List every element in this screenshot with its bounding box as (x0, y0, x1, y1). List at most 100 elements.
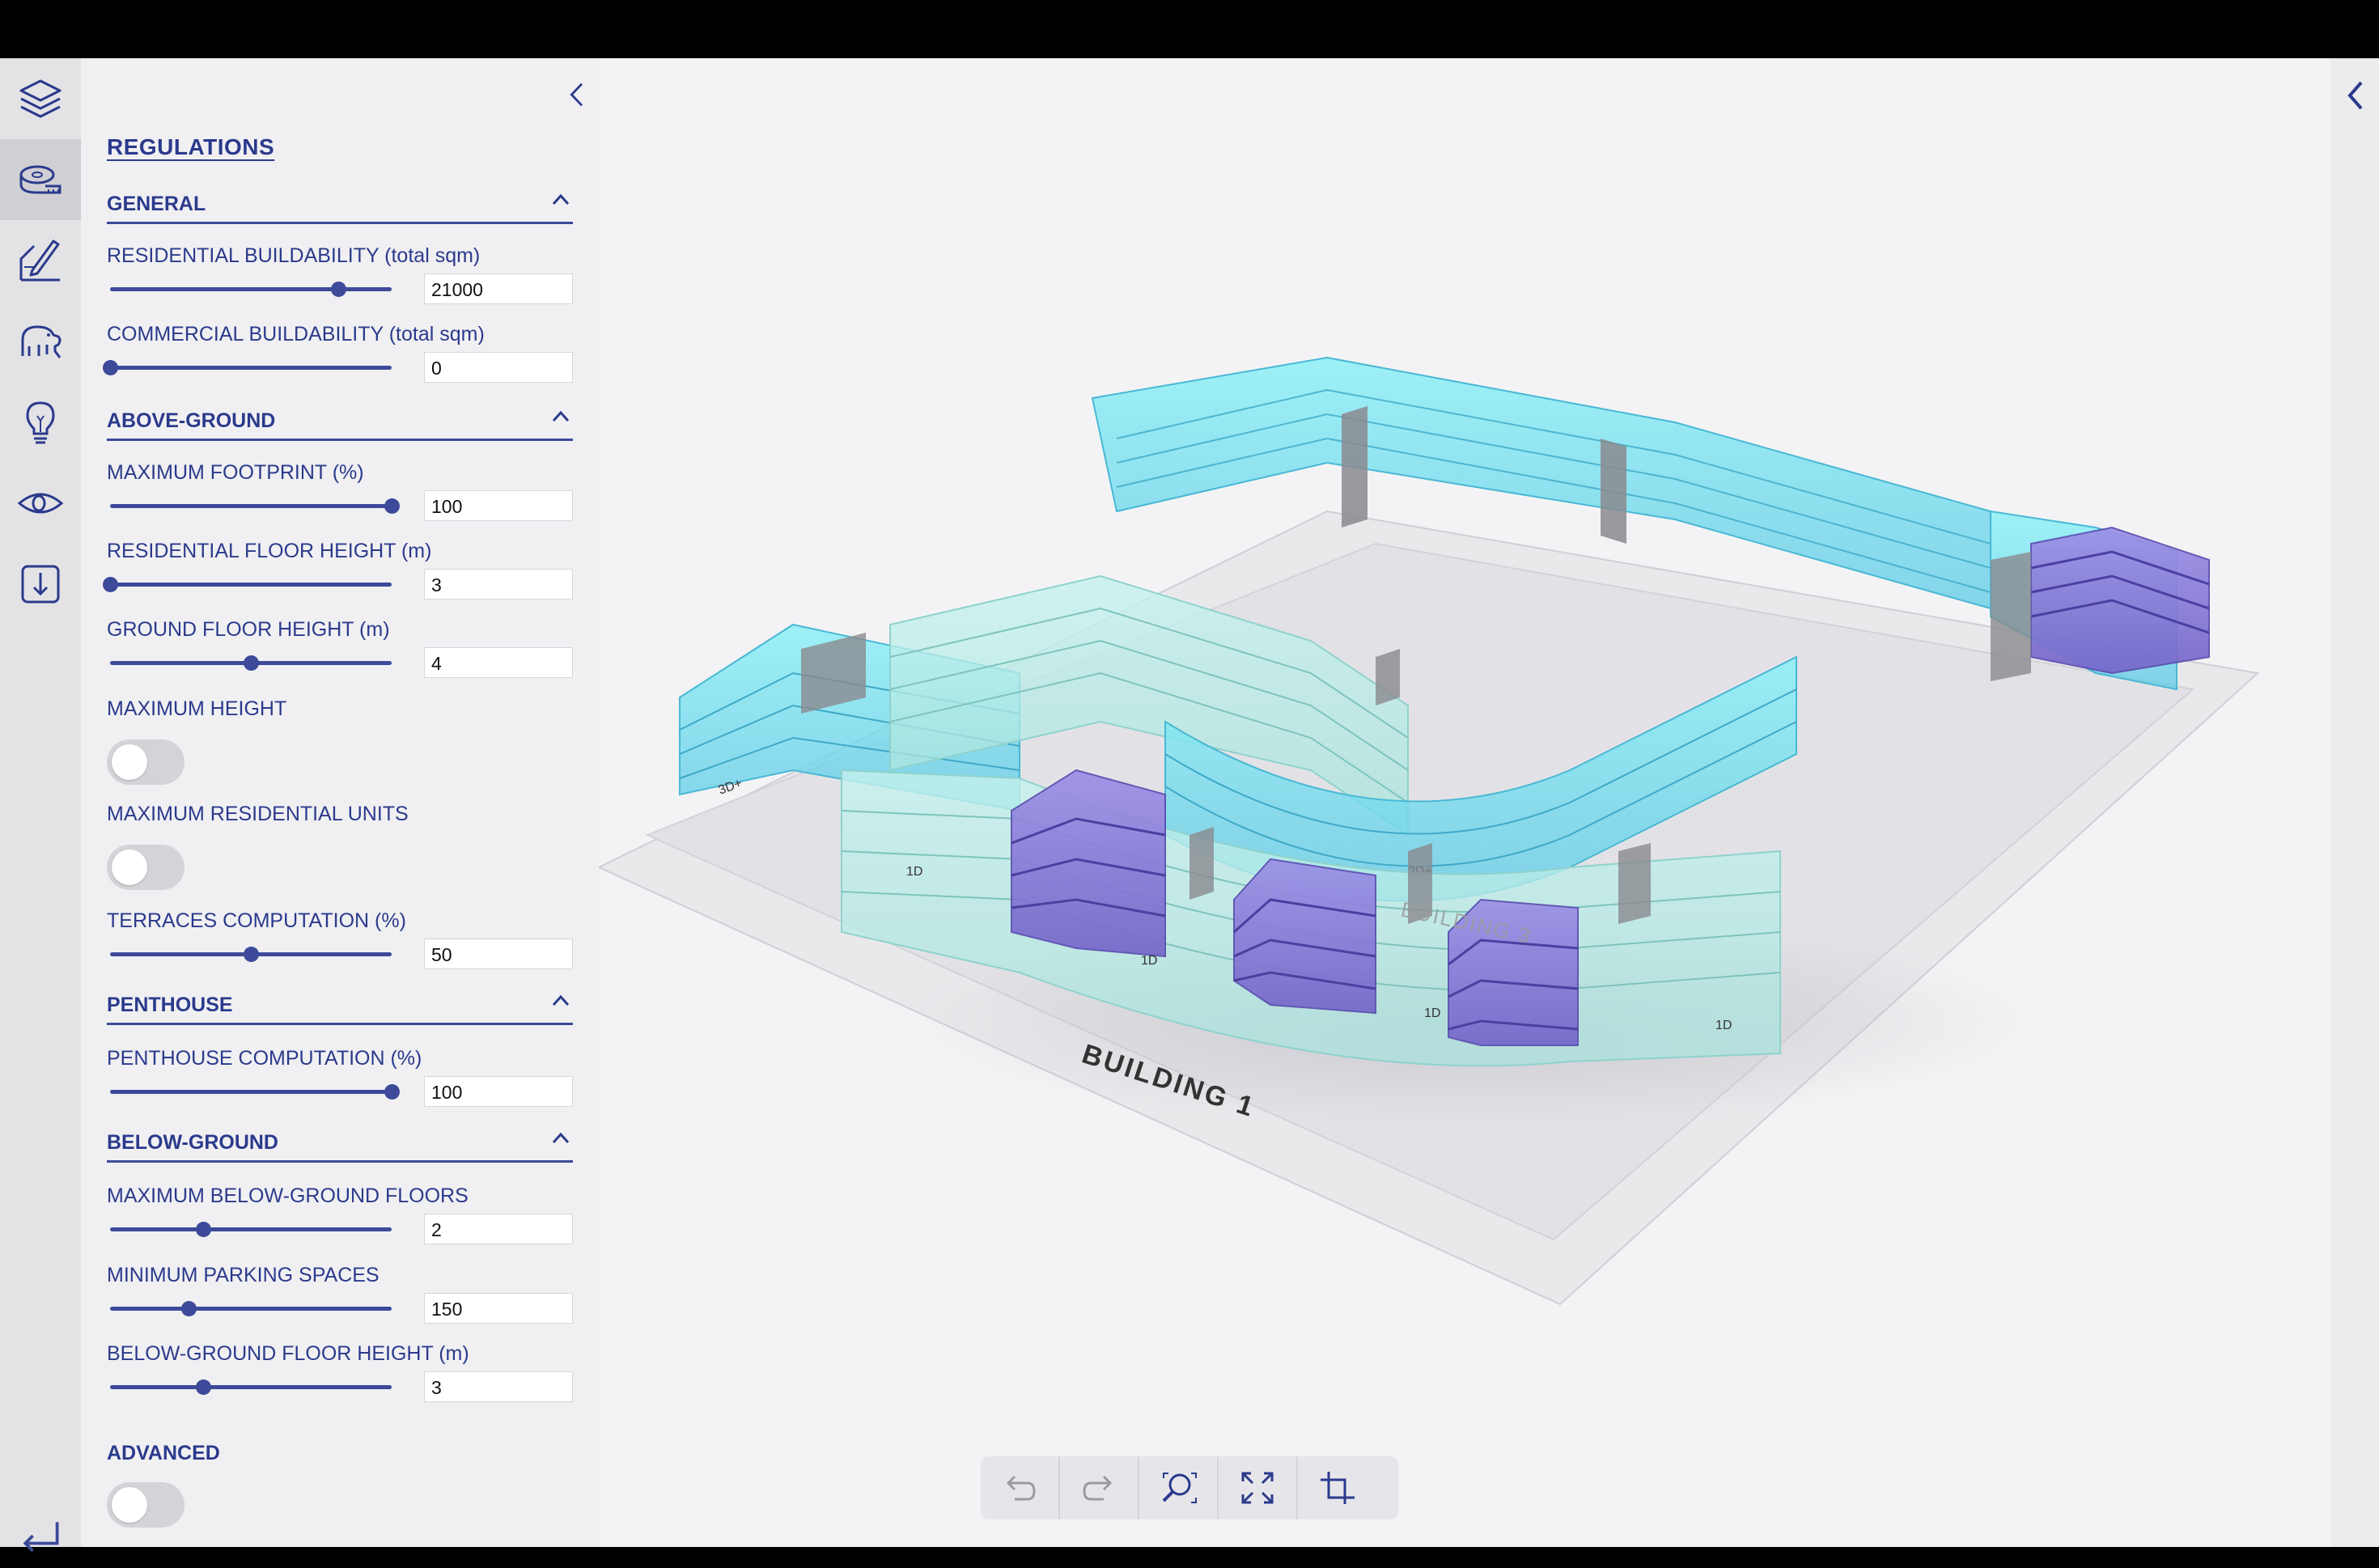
terraces-computation-input[interactable]: 50 (424, 939, 573, 969)
exit-button[interactable] (10, 1507, 71, 1568)
slider-thumb[interactable] (384, 498, 400, 514)
advanced-toggle[interactable] (107, 1482, 184, 1528)
minimum-parking-spaces-field: MINIMUM PARKING SPACES 150 (107, 1264, 573, 1337)
unit-label: 1D (906, 865, 922, 879)
unit-label: 1D (1424, 1006, 1440, 1020)
download-icon (21, 565, 60, 604)
slider-thumb[interactable] (195, 1222, 211, 1237)
commercial-buildability-input[interactable]: 0 (424, 352, 573, 383)
terraces-computation-slider[interactable] (110, 947, 392, 962)
section-label: BELOW-GROUND (107, 1131, 278, 1154)
maximum-height-field: MAXIMUM HEIGHT (107, 697, 573, 803)
panel-title: REGULATIONS (107, 134, 275, 159)
undo-button[interactable] (981, 1456, 1060, 1519)
unit-label: 1D (1141, 954, 1157, 968)
slider-thumb[interactable] (330, 282, 346, 297)
maximum-footprint-slider[interactable] (110, 498, 400, 514)
residential-floor-height-slider[interactable] (103, 577, 392, 592)
layers-button[interactable] (0, 58, 81, 139)
field-label: RESIDENTIAL FLOOR HEIGHT (m) (107, 540, 432, 562)
eye-icon (17, 493, 64, 514)
residential-buildability-field: RESIDENTIAL BUILDABILITY (total sqm) 210… (107, 244, 573, 317)
back-wing-core-1 (1342, 406, 1368, 528)
return-arrow-icon (23, 1522, 59, 1553)
drawing-pen-icon (19, 239, 60, 282)
minimum-parking-spaces-input[interactable]: 150 (424, 1293, 573, 1324)
field-label: ADVANCED (107, 1442, 220, 1464)
unit-label: 1D (1715, 1019, 1732, 1032)
maximum-height-toggle[interactable] (107, 740, 184, 785)
fullscreen-button[interactable] (1219, 1456, 1298, 1519)
minimum-parking-spaces-slider[interactable] (110, 1301, 392, 1316)
chevron-up-icon[interactable] (549, 405, 573, 429)
toggle-knob (112, 850, 147, 885)
analysis-button[interactable] (0, 301, 81, 382)
drawing-button[interactable] (0, 220, 81, 301)
view-button[interactable] (0, 463, 81, 544)
slider-thumb[interactable] (244, 947, 259, 962)
penthouse-computation-field: PENTHOUSE COMPUTATION (%) 100 (107, 1047, 573, 1120)
download-button[interactable] (0, 544, 81, 625)
max-below-ground-floors-input[interactable]: 2 (424, 1214, 573, 1244)
front-purple-block-1 (1011, 769, 1166, 958)
chevron-left-icon[interactable] (2342, 78, 2369, 113)
slider-thumb[interactable] (195, 1379, 211, 1395)
section-penthouse[interactable]: PENTHOUSE (107, 989, 573, 1025)
ground-floor-height-field: GROUND FLOOR HEIGHT (m) 4 (107, 618, 573, 691)
field-label: MAXIMUM RESIDENTIAL UNITS (107, 803, 409, 825)
3d-viewport[interactable]: 3D+ 2D+ 1D 1D 1D 1D BUILDING 1 BUILDING … (599, 58, 2330, 1547)
section-above-ground[interactable]: ABOVE-GROUND (107, 405, 573, 441)
zoom-fit-icon (1162, 1473, 1197, 1503)
zoom-fit-button[interactable] (1139, 1456, 1219, 1519)
regulations-button[interactable] (0, 139, 81, 220)
below-ground-floor-height-slider[interactable] (110, 1379, 392, 1395)
redo-icon (1083, 1475, 1113, 1501)
residential-buildability-input[interactable]: 21000 (424, 273, 573, 304)
residential-buildability-slider[interactable] (110, 282, 392, 297)
front-purple-block-2 (1233, 858, 1376, 1015)
field-label: MAXIMUM FOOTPRINT (%) (107, 461, 364, 484)
ground-floor-height-input[interactable]: 4 (424, 647, 573, 678)
slider-thumb[interactable] (181, 1301, 197, 1316)
undo-icon (1006, 1475, 1036, 1501)
section-below-ground[interactable]: BELOW-GROUND (107, 1126, 573, 1163)
residential-floor-height-input[interactable]: 3 (424, 569, 573, 600)
slider-thumb[interactable] (384, 1084, 400, 1100)
below-ground-floor-height-input[interactable]: 3 (424, 1371, 573, 1402)
layers-icon (19, 79, 61, 118)
view-toolbar (981, 1456, 1398, 1519)
slider-thumb[interactable] (244, 655, 259, 671)
penthouse-computation-slider[interactable] (110, 1084, 400, 1100)
section-label: ABOVE-GROUND (107, 409, 276, 432)
crop-button[interactable] (1298, 1456, 1376, 1519)
residential-floor-height-field: RESIDENTIAL FLOOR HEIGHT (m) 3 (103, 540, 573, 612)
max-below-ground-floors-field: MAXIMUM BELOW-GROUND FLOORS 2 (107, 1184, 573, 1257)
ideas-button[interactable] (0, 382, 81, 463)
commercial-buildability-field: COMMERCIAL BUILDABILITY (total sqm) 0 (103, 323, 573, 396)
maximum-residential-units-field: MAXIMUM RESIDENTIAL UNITS (107, 803, 573, 908)
advanced-field: ADVANCED (107, 1442, 573, 1547)
section-general[interactable]: GENERAL (107, 188, 573, 224)
core-inner (1376, 649, 1400, 706)
below-ground-floor-height-field: BELOW-GROUND FLOOR HEIGHT (m) 3 (107, 1342, 573, 1415)
right-panel-rail (2330, 58, 2379, 1547)
field-label: MAXIMUM HEIGHT (107, 697, 287, 720)
lightbulb-icon (26, 401, 55, 444)
max-below-ground-floors-slider[interactable] (110, 1222, 392, 1237)
back-wing-core-2 (1601, 439, 1626, 544)
building-model-scene[interactable]: 3D+ 2D+ 1D 1D 1D 1D BUILDING 1 BUILDING … (599, 58, 2330, 1547)
maximum-residential-units-toggle[interactable] (107, 845, 184, 890)
maximum-footprint-input[interactable]: 100 (424, 490, 573, 521)
collapse-panel-button[interactable] (560, 74, 592, 115)
chevron-up-icon[interactable] (549, 1126, 573, 1151)
redo-button[interactable] (1060, 1456, 1139, 1519)
penthouse-computation-input[interactable]: 100 (424, 1076, 573, 1107)
field-label: COMMERCIAL BUILDABILITY (total sqm) (107, 323, 485, 345)
slider-thumb[interactable] (103, 360, 118, 375)
commercial-buildability-slider[interactable] (103, 360, 392, 375)
ground-floor-height-slider[interactable] (110, 655, 392, 671)
slider-thumb[interactable] (103, 577, 118, 592)
chevron-up-icon[interactable] (549, 188, 573, 212)
window-top-bar (0, 0, 2379, 58)
chevron-up-icon[interactable] (549, 989, 573, 1013)
